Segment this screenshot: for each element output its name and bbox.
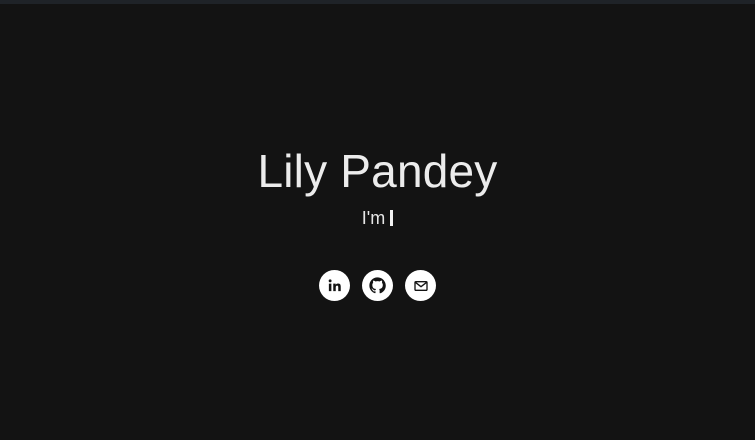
github-icon: [369, 277, 386, 294]
social-links: [0, 270, 755, 301]
tagline-prefix: I'm: [361, 208, 386, 228]
mail-icon: [413, 278, 429, 294]
linkedin-link[interactable]: [319, 270, 350, 301]
typed-tagline: I'm: [0, 205, 755, 231]
hero-section: Lily Pandey I'm: [0, 0, 755, 440]
linkedin-icon: [327, 278, 342, 293]
email-link[interactable]: [405, 270, 436, 301]
page-title: Lily Pandey: [257, 145, 498, 197]
github-link[interactable]: [362, 270, 393, 301]
typing-cursor: [390, 210, 394, 226]
